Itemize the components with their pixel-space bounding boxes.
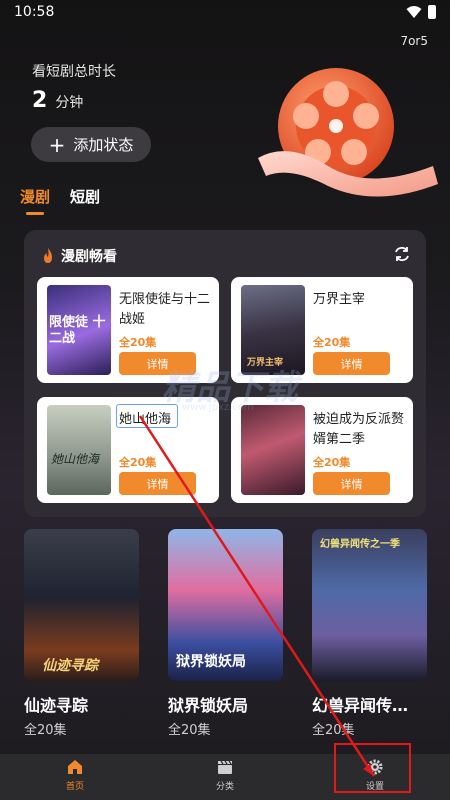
watch-time-number: 2 (32, 88, 48, 113)
episode-count: 全20集 (313, 336, 351, 349)
settings-highlight-box (334, 743, 411, 793)
add-status-label: 添加状态 (73, 136, 134, 154)
poster-episode-count: 全20集 (24, 723, 67, 738)
poster-thumbnail[interactable]: 仙迹寻踪 (24, 529, 139, 681)
battery-icon (428, 5, 436, 19)
poster-title-art: 幻兽异闻传之一季 (320, 539, 400, 550)
refresh-icon[interactable] (392, 244, 412, 264)
nav-category-label: 分类 (215, 782, 234, 792)
poster-thumbnail[interactable]: 狱界锁妖局 (168, 529, 283, 681)
panel-header: 漫剧畅看 (41, 246, 117, 266)
poster-thumbnail[interactable]: 幻兽异闻传之一季 (312, 529, 427, 681)
plus-icon: + (48, 132, 66, 157)
watch-time-label: 看短剧总时长 (32, 64, 116, 80)
drama-thumbnail: 限使徒 十二战 (47, 285, 111, 375)
nav-home-label: 首页 (65, 782, 84, 792)
panel-title: 漫剧畅看 (61, 249, 117, 265)
poster-title[interactable]: 仙迹寻踪 (24, 692, 88, 716)
poster-episode-count: 全20集 (168, 723, 211, 738)
flame-icon (44, 248, 52, 263)
drama-title: 万界主宰 (313, 292, 366, 307)
episode-count: 全20集 (119, 336, 157, 349)
episode-count: 全20集 (119, 456, 157, 469)
nav-category[interactable]: 分类 (150, 758, 300, 792)
details-button[interactable]: 详情 (313, 472, 390, 495)
status-bar: 10:58 (0, 0, 450, 24)
drama-thumbnail: 她山他海 (47, 405, 111, 495)
poster-title-art: 狱界锁妖局 (176, 654, 246, 670)
wifi-icon (406, 6, 422, 18)
drama-title: 无限使徒与十二战姬 (119, 292, 211, 327)
poster-title[interactable]: 幻兽异闻传… (312, 692, 408, 716)
status-time: 10:58 (14, 4, 55, 20)
watch-time-unit: 分钟 (55, 95, 84, 111)
details-button[interactable]: 详情 (119, 472, 196, 495)
poster-title[interactable]: 狱界锁妖局 (168, 692, 248, 716)
poster-title-art: 仙迹寻踪 (42, 658, 98, 674)
tab-comic-drama[interactable]: 漫剧 (20, 186, 50, 215)
clapperboard-icon (218, 760, 232, 774)
film-reel-logo (258, 68, 438, 197)
nav-home[interactable]: 首页 (0, 758, 150, 792)
episode-count: 全20集 (313, 456, 351, 469)
poster-episode-count: 全20集 (312, 723, 355, 738)
corner-tag: 7or5 (400, 34, 428, 48)
home-icon (68, 760, 82, 774)
add-status-button[interactable]: + 添加状态 (31, 127, 151, 162)
thumbnail-title-art: 她山他海 (51, 452, 100, 466)
tab-short-drama[interactable]: 短剧 (70, 186, 100, 213)
watch-time-value: 2 分钟 (32, 88, 83, 113)
thumbnail-title-art: 限使徒 十二战 (49, 315, 106, 346)
status-icons (406, 5, 436, 19)
category-tabs: 漫剧 短剧 (20, 186, 100, 215)
title-highlight-box (116, 404, 178, 428)
watermark-url: www.jpxz.com (182, 402, 254, 413)
